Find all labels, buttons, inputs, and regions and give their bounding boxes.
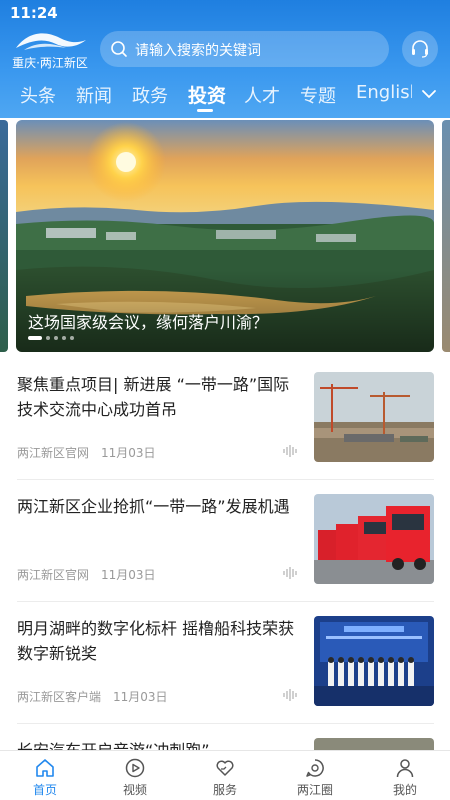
search-input[interactable]: 请输入搜索的关键词 bbox=[100, 31, 389, 67]
carousel-dot[interactable] bbox=[70, 336, 74, 340]
tab-investment[interactable]: 投资 bbox=[188, 81, 226, 108]
audio-wave-icon[interactable] bbox=[283, 566, 297, 580]
award-stage-image bbox=[314, 616, 434, 706]
hero-carousel[interactable]: 这场国家级会议，缘何落户川渝？ bbox=[16, 120, 434, 352]
nav-label: 服务 bbox=[212, 783, 237, 797]
audio-wave-icon[interactable] bbox=[283, 444, 297, 458]
home-icon bbox=[36, 759, 54, 777]
news-thumbnail bbox=[314, 494, 434, 584]
nav-service[interactable]: 服务 bbox=[180, 751, 270, 800]
nav-label: 两江圈 bbox=[296, 783, 333, 797]
news-list-item[interactable]: 聚焦重点项目| 新进展 “一带一路”国际技术交流中心成功首吊 两江新区官网 11月… bbox=[0, 372, 450, 494]
customer-service-button[interactable] bbox=[402, 31, 438, 67]
news-date: 11月03日 bbox=[101, 568, 156, 582]
news-date: 11月03日 bbox=[113, 690, 168, 704]
news-list-item[interactable]: 两江新区企业抢抓“一带一路”发展机遇 两江新区官网 11月03日 bbox=[0, 494, 450, 616]
divider bbox=[17, 601, 434, 602]
chevron-down-icon[interactable] bbox=[420, 87, 438, 101]
nav-label: 首页 bbox=[32, 783, 57, 797]
audio-wave-icon[interactable] bbox=[283, 688, 297, 702]
nav-profile[interactable]: 我的 bbox=[360, 751, 450, 800]
logo-text: 重庆·两江新区 bbox=[12, 56, 88, 70]
divider bbox=[17, 479, 434, 480]
divider bbox=[17, 723, 434, 724]
news-meta: 两江新区官网 11月03日 bbox=[17, 444, 156, 461]
nav-label: 视频 bbox=[122, 783, 147, 797]
news-thumbnail bbox=[314, 616, 434, 706]
carousel-dot[interactable] bbox=[62, 336, 66, 340]
search-placeholder: 请输入搜索的关键词 bbox=[135, 43, 261, 59]
news-source: 两江新区官网 bbox=[17, 446, 90, 460]
category-tabs: 头条 新闻 政务 投资 人才 专题 English bbox=[0, 78, 450, 114]
user-icon bbox=[396, 759, 414, 778]
carousel-dot[interactable] bbox=[46, 336, 50, 340]
news-title: 聚焦重点项目| 新进展 “一带一路”国际技术交流中心成功首吊 bbox=[17, 375, 290, 419]
carousel-caption: 这场国家级会议，缘何落户川渝？ bbox=[28, 313, 269, 332]
news-list-item[interactable]: 明月湖畔的数字化标杆 摇橹船科技荣获数字新锐奖 两江新区客户端 11月03日 bbox=[0, 616, 450, 738]
app-logo[interactable]: 重庆·两江新区 bbox=[10, 28, 90, 70]
tab-headlines[interactable]: 头条 bbox=[20, 82, 56, 108]
construction-site-image bbox=[314, 372, 434, 462]
nav-home[interactable]: 首页 bbox=[0, 751, 90, 800]
nav-video[interactable]: 视频 bbox=[90, 751, 180, 800]
news-source: 两江新区客户端 bbox=[17, 690, 102, 704]
headset-icon bbox=[412, 40, 428, 58]
news-title: 明月湖畔的数字化标杆 摇橹船科技荣获数字新锐奖 bbox=[17, 619, 295, 663]
carousel-next-peek[interactable] bbox=[442, 120, 450, 352]
news-title: 两江新区企业抢抓“一带一路”发展机遇 bbox=[17, 497, 290, 516]
tab-news[interactable]: 新闻 bbox=[76, 82, 112, 108]
carousel-previous-peek[interactable] bbox=[0, 120, 8, 352]
chat-circle-icon bbox=[306, 759, 324, 777]
carousel-dot-active[interactable] bbox=[28, 336, 42, 340]
news-meta: 两江新区官网 11月03日 bbox=[17, 566, 156, 583]
news-date: 11月03日 bbox=[101, 446, 156, 460]
nav-label: 我的 bbox=[392, 783, 417, 797]
tab-talent[interactable]: 人才 bbox=[244, 82, 280, 108]
active-tab-indicator bbox=[197, 109, 213, 112]
search-icon bbox=[111, 41, 127, 57]
status-time: 11:24 bbox=[10, 4, 58, 22]
tab-english[interactable]: English bbox=[356, 82, 412, 103]
play-icon bbox=[125, 758, 145, 778]
tab-government[interactable]: 政务 bbox=[132, 82, 168, 108]
red-trucks-image bbox=[314, 494, 434, 584]
nav-community[interactable]: 两江圈 bbox=[270, 751, 360, 800]
carousel-dot[interactable] bbox=[54, 336, 58, 340]
tab-topics[interactable]: 专题 bbox=[300, 82, 336, 108]
bottom-navigation: 首页 视频 服务 两江圈 我的 bbox=[0, 750, 450, 800]
news-source: 两江新区官网 bbox=[17, 568, 90, 582]
heart-hand-icon bbox=[216, 760, 234, 776]
news-meta: 两江新区客户端 11月03日 bbox=[17, 688, 168, 705]
status-bar: 11:24 bbox=[0, 0, 450, 26]
news-thumbnail bbox=[314, 372, 434, 462]
logo-wave-icon bbox=[16, 33, 86, 50]
